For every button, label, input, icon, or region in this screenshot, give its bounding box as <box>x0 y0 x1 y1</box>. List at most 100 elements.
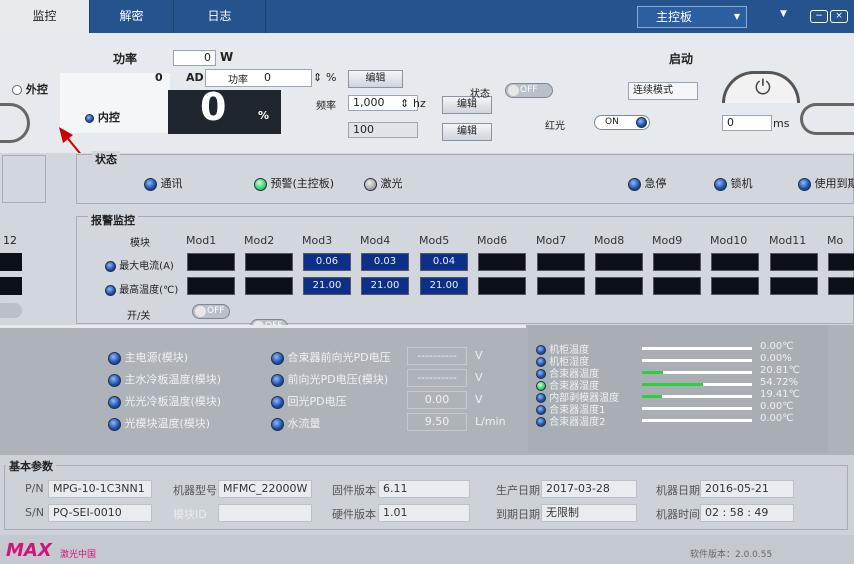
temp-value: 19.41℃ <box>760 389 800 400</box>
mod-header: Mod9 <box>652 234 683 247</box>
start-label: 启动 <box>669 52 694 66</box>
mode-label: 连续模式 <box>633 85 673 96</box>
status-title: 状态 <box>92 151 120 167</box>
temp-bar <box>642 371 752 374</box>
fw-field: 6.11 <box>378 480 470 498</box>
sn-label: S/N <box>25 506 44 519</box>
max-temp-cell <box>711 277 759 295</box>
sn-field: PQ-SEI-0010 <box>48 504 152 522</box>
temp-bar <box>642 419 752 422</box>
alarm-edge-box <box>0 277 22 295</box>
monitor-panel: 状态 通讯 预警(主控板) 激光 急停 锁机 使用到期 报警监控 12 模块 最… <box>0 151 854 484</box>
mtime-field: 02 : 58 : 49 <box>700 504 794 522</box>
status-warning: 预警(主控板) <box>254 175 334 191</box>
status-laser: 激光 <box>364 175 403 191</box>
radio-icon <box>12 85 22 95</box>
pct-unit: % <box>326 71 337 84</box>
status-label: 使用到期 <box>814 177 854 190</box>
left-edge-panel <box>2 155 46 203</box>
mod-header: Mod10 <box>710 234 748 247</box>
max-current-cell <box>770 253 818 271</box>
module-switch[interactable]: OFF <box>192 304 230 319</box>
status-label: 通讯 <box>160 177 183 190</box>
mtime-label: 机器时间 <box>656 508 700 521</box>
minimize-icon[interactable]: − <box>810 10 828 23</box>
close-icon[interactable]: × <box>830 10 848 23</box>
sensor-value: ---------- <box>407 369 467 387</box>
ext-control-label: 外控 <box>25 83 48 96</box>
spin-icon[interactable]: ⇕ <box>313 71 322 84</box>
ext-control-radio[interactable]: 外控 <box>12 81 48 97</box>
power2-label: 功率 <box>228 75 248 86</box>
mdate-label: 机器日期 <box>656 484 700 497</box>
power-icon: ⏻ <box>755 75 771 99</box>
sensor-value: ---------- <box>407 347 467 365</box>
sensor-unit: V <box>475 349 483 362</box>
max-temp-cell <box>478 277 526 295</box>
sensor-label: 回光PD电压 <box>287 395 347 408</box>
max-temp-cell <box>245 277 293 295</box>
alarm-edge-toggle[interactable] <box>0 303 22 318</box>
controller-dropdown[interactable]: 主控板 ▼ <box>637 6 747 28</box>
chevron-down-icon: ▼ <box>733 12 740 21</box>
ms-input[interactable]: 0 <box>722 115 772 131</box>
int-control-radio[interactable]: 内控 <box>85 109 120 125</box>
max-current-cell <box>653 253 701 271</box>
tab-log[interactable]: 日志 <box>174 0 266 33</box>
sensor-left-2: 光光冷板温度(模块) <box>108 393 221 409</box>
temp-value: 0.00℃ <box>760 413 794 424</box>
sensor-label: 前向光PD电压(模块) <box>287 373 389 386</box>
knob-right <box>800 103 854 135</box>
max-temp-cell <box>770 277 818 295</box>
power-unit: W <box>220 50 234 64</box>
sensor-mid-0: 合束器前向光PD电压 <box>271 349 391 365</box>
max-temp-cell <box>537 277 585 295</box>
edit-power-button[interactable]: 编辑 <box>348 70 403 88</box>
status-toggle[interactable]: OFF <box>505 83 553 98</box>
max-current-cell <box>828 253 854 271</box>
temp-row-6: 合束器温度2 <box>536 413 606 428</box>
sensor-panel: 主电源(模块) 主水冷板温度(模块) 光光冷板温度(模块) 光模块温度(模块) … <box>0 325 854 455</box>
red-light-toggle[interactable]: ON <box>594 115 650 130</box>
max-current-cell <box>537 253 585 271</box>
int-control-label: 内控 <box>97 111 120 124</box>
software-version: 软件版本：2.0.0.55 <box>690 550 773 560</box>
knob-left <box>0 103 30 143</box>
mod-header: Mod7 <box>536 234 567 247</box>
sensor-label: 光光冷板温度(模块) <box>124 395 222 408</box>
led-icon <box>105 260 116 272</box>
pn-field: MPG-10-1C3NN1 <box>48 480 152 498</box>
tab-monitor[interactable]: 监控 <box>0 0 90 33</box>
sensor-value: 9.50 <box>407 413 467 431</box>
temp-bar-fill <box>642 383 703 386</box>
led-icon <box>364 177 377 191</box>
radio-icon <box>85 113 94 123</box>
duty-input[interactable]: 100 <box>348 122 418 138</box>
edit-duty-button[interactable]: 编辑 <box>442 123 492 141</box>
big-unit: % <box>258 109 270 122</box>
sensor-left-1: 主水冷板温度(模块) <box>108 371 221 387</box>
max-temp-cell <box>653 277 701 295</box>
temp-bar <box>642 395 752 398</box>
tab-decrypt[interactable]: 解密 <box>90 0 174 33</box>
spin-icon[interactable]: ⇕ <box>400 97 409 110</box>
control-panel: 功率 0 W 启动 外控 0 AD 功率 0 ⇕ % 编辑 内控 0 % 频率 … <box>0 33 854 191</box>
big-value: 0 <box>200 85 227 129</box>
red-light-label: 红光 <box>545 121 565 132</box>
fw-label: 固件版本 <box>332 484 376 497</box>
sensor-unit: V <box>475 371 483 384</box>
max-current-cell <box>478 253 526 271</box>
led-icon <box>271 395 284 409</box>
led-icon <box>254 177 267 191</box>
toggle-text: OFF <box>520 85 538 95</box>
status-estop: 急停 <box>628 175 667 191</box>
max-current-cell <box>711 253 759 271</box>
mod-id-label: 模块ID <box>173 508 207 521</box>
mode-dropdown[interactable]: 连续模式 <box>628 82 698 100</box>
max-current-label: 最大电流(A) <box>105 257 174 272</box>
menu-chevron-icon[interactable]: ▼ <box>780 9 787 19</box>
status-expiry: 使用到期 <box>798 175 854 191</box>
sensor-left-0: 主电源(模块) <box>108 349 188 365</box>
sensor-mid-3: 水流量 <box>271 415 321 431</box>
prod-label: 生产日期 <box>496 484 540 497</box>
